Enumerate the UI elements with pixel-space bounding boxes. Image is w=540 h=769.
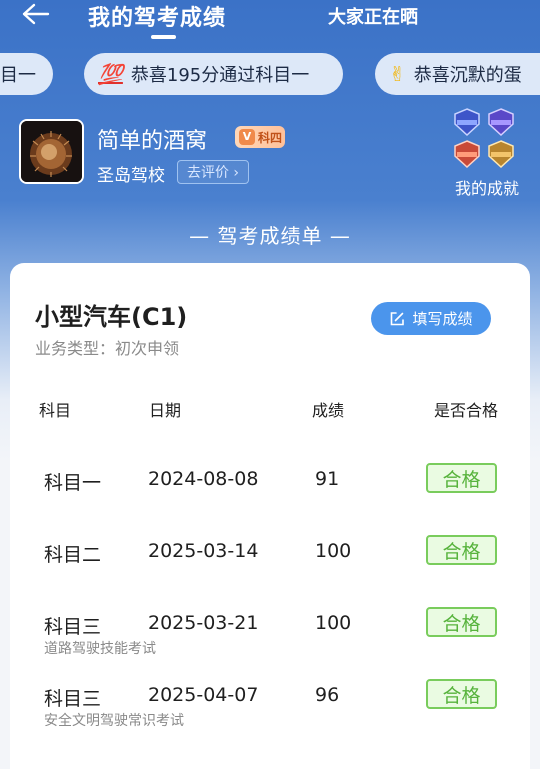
my-achievements[interactable]: 我的成就	[450, 108, 524, 198]
pass-status-badge: 合格	[426, 535, 497, 565]
achievements-label: 我的成就	[454, 179, 519, 198]
top-bar: 我的驾考成绩 大家正在晒	[0, 0, 540, 40]
row-subject: 科目一	[44, 472, 102, 494]
pass-status-badge: 合格	[426, 679, 497, 709]
column-header-subject: 科目	[39, 401, 72, 420]
ticker-text: 恭喜195分通过科目一	[130, 65, 310, 86]
fill-score-label: 填写成绩	[412, 310, 473, 328]
level-badge: V 科四	[235, 126, 285, 148]
row-subject: 科目三	[44, 616, 102, 638]
row-exam-note: 道路驾驶技能考试	[44, 641, 156, 657]
row-score: 91	[315, 468, 340, 490]
edit-icon	[391, 311, 405, 325]
medal-icon	[488, 140, 514, 168]
rate-school-button[interactable]: 去评价 ›	[177, 160, 249, 184]
hundred-points-icon: 💯	[98, 62, 123, 86]
tab-everyone-sharing[interactable]: 大家正在晒	[328, 3, 418, 29]
chestnut-burr-image	[21, 121, 82, 182]
level-label: 科四	[258, 130, 283, 145]
medal-icon	[454, 108, 480, 136]
row-subject: 科目二	[44, 544, 102, 566]
medal-icon	[454, 140, 480, 168]
ticker-pill[interactable]: 目一	[0, 53, 53, 95]
business-type: 业务类型：初次申领	[35, 339, 180, 358]
ticker-pill[interactable]: ✌ 恭喜沉默的蛋	[375, 53, 540, 95]
column-header-passed: 是否合格	[434, 401, 499, 420]
score-card: 小型汽车(C1) 业务类型：初次申领 填写成绩 科目 日期 成绩 是否合格 科目…	[10, 263, 530, 769]
row-score: 100	[315, 612, 352, 634]
column-header-score: 成绩	[312, 401, 345, 420]
tab-my-scores[interactable]: 我的驾考成绩	[88, 0, 226, 32]
avatar[interactable]	[19, 119, 84, 184]
row-date: 2025-03-21	[148, 612, 259, 634]
row-score: 100	[315, 540, 352, 562]
ticker-pill[interactable]: 💯 恭喜195分通过科目一	[84, 53, 343, 95]
victory-hand-icon: ✌	[389, 62, 406, 86]
row-subject: 科目三	[44, 688, 102, 710]
ticker-text: 目一	[0, 65, 36, 86]
medal-icon	[488, 108, 514, 136]
nickname: 简单的酒窝	[97, 129, 208, 154]
row-date: 2025-03-14	[148, 540, 259, 562]
back-arrow-icon[interactable]	[20, 2, 50, 26]
ticker-text: 恭喜沉默的蛋	[413, 65, 522, 86]
row-date: 2024-08-08	[148, 468, 259, 490]
section-title: — 驾考成绩单 —	[189, 224, 351, 248]
fill-score-button[interactable]: 填写成绩	[371, 302, 491, 335]
row-score: 96	[315, 684, 340, 706]
row-date: 2025-04-07	[148, 684, 259, 706]
v-icon: V	[239, 129, 255, 145]
column-header-date: 日期	[149, 401, 182, 420]
row-exam-note: 安全文明驾驶常识考试	[44, 713, 184, 729]
congrats-ticker: 目一 💯 恭喜195分通过科目一 ✌ 恭喜沉默的蛋	[0, 52, 540, 98]
driving-school-name: 圣岛驾校	[97, 166, 165, 186]
pass-status-badge: 合格	[426, 463, 497, 493]
license-type: 小型汽车(C1)	[35, 303, 188, 331]
pass-status-badge: 合格	[426, 607, 497, 637]
active-tab-indicator	[151, 35, 176, 39]
